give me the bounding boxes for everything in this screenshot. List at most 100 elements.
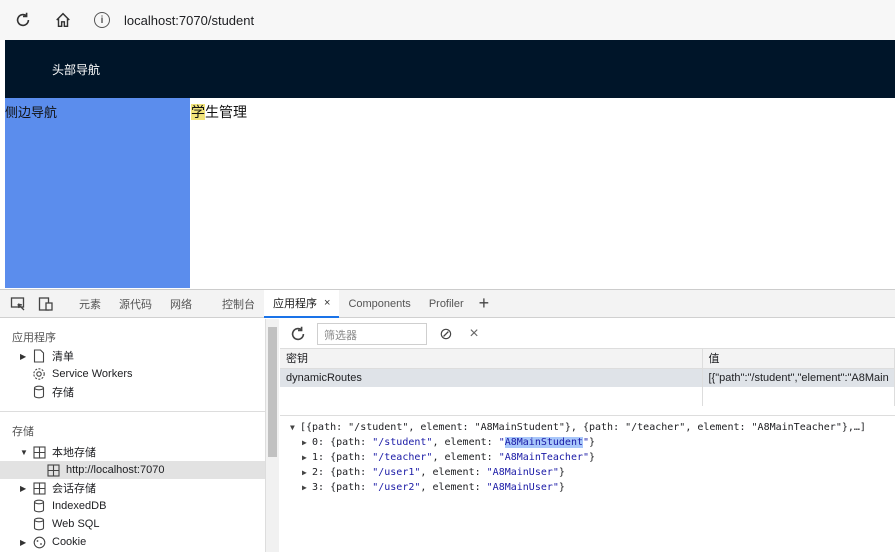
database-icon bbox=[32, 385, 46, 399]
tab-network[interactable]: 网络 bbox=[161, 290, 201, 318]
item-index: 0 bbox=[312, 437, 319, 448]
tab-profiler[interactable]: Profiler bbox=[420, 290, 473, 318]
tree-item-local-origin[interactable]: http://localhost:7070 bbox=[0, 461, 265, 479]
row-value[interactable]: [{"path":"/student","element":"A8Main bbox=[702, 368, 895, 387]
item-index: 2 bbox=[312, 467, 319, 478]
refresh-icon[interactable] bbox=[289, 325, 307, 343]
tab-sources[interactable]: 源代码 bbox=[110, 290, 161, 318]
reload-icon[interactable] bbox=[6, 3, 40, 37]
home-icon[interactable] bbox=[46, 3, 80, 37]
row-key[interactable]: dynamicRoutes bbox=[280, 368, 703, 387]
expand-arrow-icon[interactable]: ▶ bbox=[20, 352, 32, 361]
sidebar-scrollbar[interactable] bbox=[265, 319, 279, 552]
preview-item[interactable]: ▶ 2: {path: "/user1", element: "A8MainUse… bbox=[280, 467, 895, 482]
url-text: localhost:7070/student bbox=[124, 12, 255, 28]
tab-application[interactable]: 应用程序 × bbox=[264, 289, 340, 318]
tab-label: 源代码 bbox=[119, 298, 152, 311]
top-nav: 头部导航 bbox=[5, 40, 895, 98]
scrollbar-thumb[interactable] bbox=[268, 327, 277, 457]
grid-icon bbox=[32, 445, 46, 459]
tab-label: 网络 bbox=[170, 298, 192, 311]
tree-item-cookie[interactable]: ▶ Cookie bbox=[20, 533, 86, 551]
filter-input[interactable]: 筛选器 bbox=[317, 322, 427, 345]
tree-item-label: 清单 bbox=[52, 351, 74, 363]
tab-label: 元素 bbox=[79, 298, 101, 311]
page-title: 生管理 bbox=[205, 104, 247, 120]
storage-pane: 筛选器 ⊘ × 密钥 值 dynamicRoutes [{"path":"/st… bbox=[280, 319, 895, 552]
web-page: 头部导航 侧边导航 学生管理 bbox=[5, 40, 895, 288]
top-nav-label: 头部导航 bbox=[52, 62, 101, 77]
preview-item[interactable]: ▶ 0: {path: "/student", element: "A8MainS… bbox=[280, 437, 895, 452]
table-header: 密钥 值 bbox=[280, 349, 895, 369]
tab-label: Components bbox=[348, 297, 411, 310]
tab-label: 控制台 bbox=[222, 298, 255, 311]
expand-arrow-icon[interactable]: ▶ bbox=[302, 438, 312, 447]
grid-icon bbox=[46, 463, 60, 477]
key-column-header[interactable]: 密钥 bbox=[280, 349, 703, 369]
tree-item-websql[interactable]: Web SQL bbox=[32, 515, 100, 533]
table-row-empty[interactable] bbox=[280, 387, 895, 406]
section-title-application: 应用程序 bbox=[12, 332, 56, 344]
document-icon bbox=[32, 349, 46, 363]
tree-item-label: IndexedDB bbox=[52, 500, 107, 512]
tree-item-label: Cookie bbox=[52, 536, 87, 548]
storage-table: 密钥 值 dynamicRoutes [{"path":"/student","… bbox=[280, 349, 895, 406]
item-index: 3 bbox=[312, 482, 319, 493]
divider bbox=[0, 411, 265, 412]
address-bar[interactable]: i localhost:7070/student bbox=[94, 6, 254, 34]
tab-label: Profiler bbox=[428, 297, 464, 310]
tree-item-label: Service Workers bbox=[52, 368, 133, 380]
preview-item[interactable]: ▶ 3: {path: "/user2", element: "A8MainUse… bbox=[280, 482, 895, 497]
item-element: A8MainUser bbox=[492, 467, 553, 478]
tab-components[interactable]: Components bbox=[339, 290, 419, 318]
preview-item[interactable]: ▶ 1: {path: "/teacher", element: "A8MainT… bbox=[280, 452, 895, 467]
table-row[interactable]: dynamicRoutes [{"path":"/student","eleme… bbox=[280, 368, 895, 387]
grid-icon bbox=[32, 481, 46, 495]
tree-item-manifest[interactable]: ▶ 清单 bbox=[20, 347, 74, 365]
preview-summary: [{path: "/student", element: "A8MainStud… bbox=[300, 422, 866, 433]
close-tab-icon[interactable]: × bbox=[324, 297, 330, 309]
add-tab-icon[interactable]: + bbox=[479, 293, 490, 314]
expand-arrow-icon[interactable]: ▶ bbox=[302, 468, 312, 477]
item-path: /teacher bbox=[378, 452, 427, 463]
database-icon bbox=[32, 517, 46, 531]
clear-all-icon[interactable]: ⊘ bbox=[437, 325, 455, 343]
tree-item-storage[interactable]: 存储 bbox=[32, 383, 74, 401]
tree-item-label: 本地存储 bbox=[52, 447, 96, 459]
gear-icon bbox=[32, 367, 46, 381]
value-column-header[interactable]: 值 bbox=[702, 349, 895, 369]
page-title-highlighted-char: 学 bbox=[191, 104, 205, 120]
tab-elements[interactable]: 元素 bbox=[70, 290, 110, 318]
inspect-element-icon[interactable] bbox=[8, 294, 28, 314]
collapse-arrow-icon[interactable]: ▼ bbox=[20, 448, 32, 457]
tree-item-service-workers[interactable]: Service Workers bbox=[32, 365, 132, 383]
expand-arrow-icon[interactable]: ▶ bbox=[302, 483, 312, 492]
collapse-arrow-icon[interactable]: ▼ bbox=[290, 423, 300, 432]
item-path: /user1 bbox=[378, 467, 415, 478]
main-content: 学生管理 bbox=[191, 102, 247, 122]
browser-toolbar: i localhost:7070/student bbox=[0, 0, 895, 40]
tab-console[interactable]: 控制台 bbox=[213, 290, 264, 318]
tree-item-session-storage[interactable]: ▶ 会话存储 bbox=[20, 479, 96, 497]
device-toggle-icon[interactable] bbox=[36, 294, 56, 314]
section-title-storage: 存储 bbox=[12, 426, 34, 438]
tree-item-label: 存储 bbox=[52, 387, 74, 399]
expand-arrow-icon[interactable]: ▶ bbox=[20, 484, 32, 493]
database-icon bbox=[32, 499, 46, 513]
tree-item-local-storage[interactable]: ▼ 本地存储 bbox=[20, 443, 96, 461]
tree-item-label: Web SQL bbox=[52, 518, 100, 530]
preview-root[interactable]: ▼ [{path: "/student", element: "A8MainStu… bbox=[280, 422, 895, 437]
delete-selected-icon[interactable]: × bbox=[465, 325, 483, 343]
cookie-icon bbox=[32, 535, 46, 549]
storage-toolbar: 筛选器 ⊘ × bbox=[280, 319, 895, 349]
expand-arrow-icon[interactable]: ▶ bbox=[302, 453, 312, 462]
side-nav: 侧边导航 bbox=[5, 98, 190, 288]
item-index: 1 bbox=[312, 452, 319, 463]
expand-arrow-icon[interactable]: ▶ bbox=[20, 538, 32, 547]
side-nav-label: 侧边导航 bbox=[5, 105, 58, 120]
item-element: A8MainTeacher bbox=[504, 452, 583, 463]
tree-item-indexeddb[interactable]: IndexedDB bbox=[32, 497, 106, 515]
tree-item-label: 会话存储 bbox=[52, 483, 96, 495]
filter-placeholder: 筛选器 bbox=[324, 329, 357, 342]
info-icon[interactable]: i bbox=[94, 12, 110, 28]
